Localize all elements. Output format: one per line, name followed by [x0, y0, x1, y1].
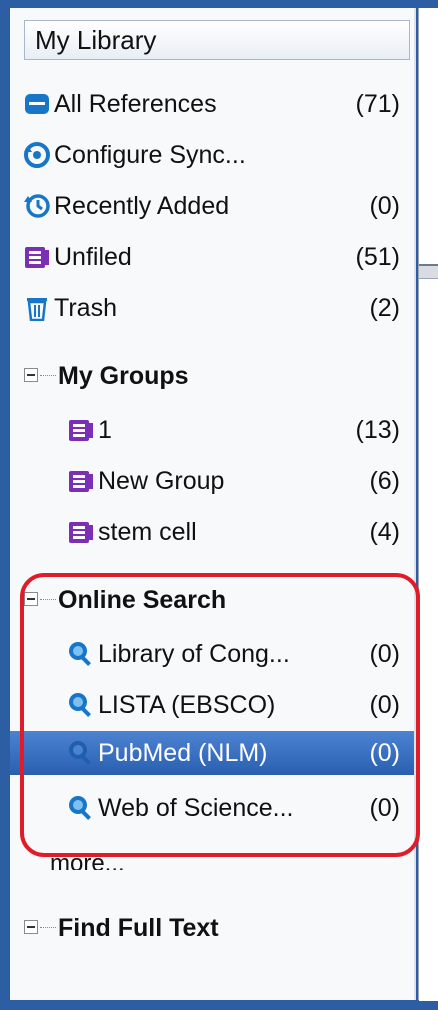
- tree-connector: [40, 599, 56, 600]
- reference-list-edge: [419, 278, 438, 1001]
- toolbar-edge: [419, 8, 438, 266]
- group-title: My Groups: [58, 362, 189, 390]
- sidebar-item-group-1[interactable]: 1 (13): [10, 408, 414, 452]
- find-full-text-header[interactable]: Find Full Text: [10, 908, 414, 952]
- online-search-icon: [69, 796, 91, 820]
- group-icon: [69, 471, 93, 492]
- more-link[interactable]: more...: [50, 850, 170, 870]
- sidebar-item-label: Recently Added: [54, 192, 230, 220]
- group-icon: [69, 420, 93, 441]
- sidebar-item-label: Configure Sync...: [54, 141, 246, 169]
- my-groups-header[interactable]: My Groups: [10, 356, 414, 400]
- sidebar-item-label: Unfiled: [54, 243, 132, 271]
- group-icon: [69, 522, 93, 543]
- collapse-toggle-icon[interactable]: [24, 592, 38, 606]
- sync-icon: [24, 142, 50, 168]
- sidebar-item-trash[interactable]: Trash (2): [10, 286, 414, 330]
- online-search-icon: [69, 741, 91, 765]
- sidebar-item-label: Web of Science...: [98, 794, 294, 822]
- my-library-header[interactable]: My Library: [24, 20, 410, 60]
- sidebar-item-label: LISTA (EBSCO): [98, 691, 276, 719]
- item-count: (4): [369, 518, 400, 546]
- sidebar-item-label: All References: [54, 90, 217, 118]
- reference-list-pane-edge: [418, 8, 438, 1001]
- item-count: (71): [355, 90, 400, 118]
- sidebar-item-new-group[interactable]: New Group (6): [10, 459, 414, 503]
- sidebar-item-recently-added[interactable]: Recently Added (0): [10, 184, 414, 228]
- sidebar-item-label: stem cell: [98, 518, 197, 546]
- splitter[interactable]: [414, 8, 416, 1000]
- sidebar-item-lista-ebsco[interactable]: LISTA (EBSCO) (0): [10, 683, 414, 727]
- unfiled-icon: [25, 247, 49, 268]
- sidebar-item-label: Trash: [54, 294, 117, 322]
- sidebar-item-library-of-congress[interactable]: Library of Cong... (0): [10, 632, 414, 676]
- item-count: (51): [355, 243, 400, 271]
- sidebar-item-web-of-science[interactable]: Web of Science... (0): [10, 786, 414, 830]
- sidebar-item-all-references[interactable]: All References (71): [10, 82, 414, 126]
- sidebar-item-unfiled[interactable]: Unfiled (51): [10, 235, 414, 279]
- sidebar: My Library All References (71) Configure…: [10, 8, 415, 1000]
- item-count: (0): [369, 640, 400, 668]
- tree-connector: [40, 375, 56, 376]
- sidebar-item-label: Library of Cong...: [98, 640, 290, 668]
- sidebar-item-stem-cell[interactable]: stem cell (4): [10, 510, 414, 554]
- sidebar-item-label: PubMed (NLM): [98, 739, 268, 767]
- trash-icon: [27, 298, 47, 321]
- item-count: (0): [369, 192, 400, 220]
- sidebar-item-label: 1: [98, 416, 112, 444]
- collapse-toggle-icon[interactable]: [24, 368, 38, 382]
- sidebar-item-label: New Group: [98, 467, 225, 495]
- library-panel: My Library All References (71) Configure…: [10, 8, 416, 1000]
- item-count: (0): [369, 794, 400, 822]
- collapse-toggle-icon[interactable]: [24, 920, 38, 934]
- item-count: (0): [369, 691, 400, 719]
- group-title: Online Search: [58, 586, 227, 614]
- item-count: (2): [369, 294, 400, 322]
- group-title: Find Full Text: [58, 914, 219, 942]
- online-search-header[interactable]: Online Search: [10, 580, 414, 624]
- item-count: (6): [369, 467, 400, 495]
- tree-connector: [40, 927, 56, 928]
- online-search-icon: [69, 642, 91, 666]
- sidebar-item-pubmed[interactable]: PubMed (NLM) (0): [10, 731, 414, 775]
- recent-icon: [24, 194, 50, 218]
- sidebar-item-configure-sync[interactable]: Configure Sync...: [10, 133, 414, 177]
- all-references-icon: [25, 94, 49, 114]
- item-count: (0): [369, 739, 400, 767]
- online-search-icon: [69, 693, 91, 717]
- item-count: (13): [355, 416, 400, 444]
